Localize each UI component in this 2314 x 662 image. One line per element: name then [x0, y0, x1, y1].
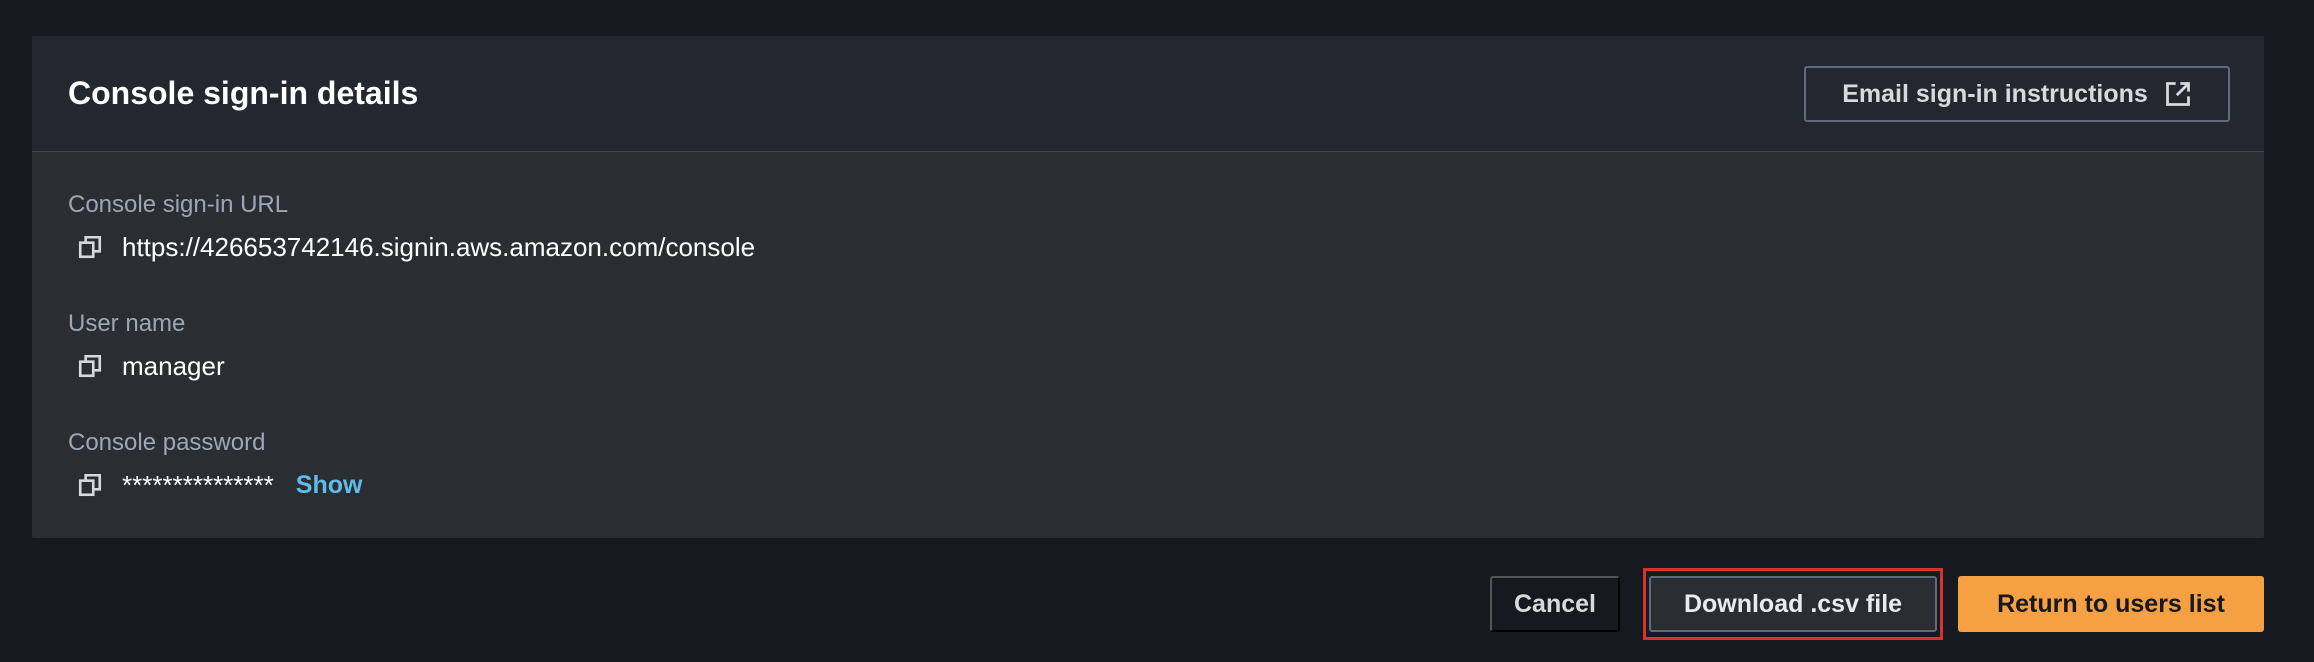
- copy-icon[interactable]: [76, 471, 104, 499]
- email-sign-in-instructions-button[interactable]: Email sign-in instructions: [1804, 66, 2230, 122]
- panel-title: Console sign-in details: [68, 75, 419, 111]
- console-password-field: Console password *************** Show: [68, 428, 362, 500]
- user-name-field: User name manager: [68, 309, 225, 381]
- copy-icon[interactable]: [76, 352, 104, 380]
- sign-in-url-value: https://426653742146.signin.aws.amazon.c…: [122, 232, 756, 262]
- external-link-icon: [2165, 82, 2190, 106]
- user-name-value: manager: [122, 351, 225, 381]
- console-password-row: *************** Show: [68, 470, 362, 500]
- return-to-users-list-button[interactable]: Return to users list: [1958, 576, 2264, 632]
- user-name-row: manager: [68, 351, 225, 381]
- download-csv-button[interactable]: Download .csv file: [1649, 576, 1937, 632]
- cancel-button[interactable]: Cancel: [1490, 576, 1620, 632]
- user-name-label: User name: [68, 310, 186, 337]
- console-password-label: Console password: [68, 429, 266, 456]
- copy-icon[interactable]: [76, 233, 104, 261]
- sign-in-details-panel: Console sign-in details Email sign-in in…: [32, 36, 2264, 538]
- console-password-value: ***************: [122, 470, 274, 500]
- show-password-link[interactable]: Show: [296, 470, 363, 500]
- sign-in-url-row: https://426653742146.signin.aws.amazon.c…: [68, 232, 755, 262]
- email-button-label: Email sign-in instructions: [1842, 79, 2148, 108]
- sign-in-url-label: Console sign-in URL: [68, 191, 289, 218]
- sign-in-url-field: Console sign-in URL https://426653742146…: [68, 190, 755, 262]
- panel-header: Console sign-in details Email sign-in in…: [32, 36, 2264, 152]
